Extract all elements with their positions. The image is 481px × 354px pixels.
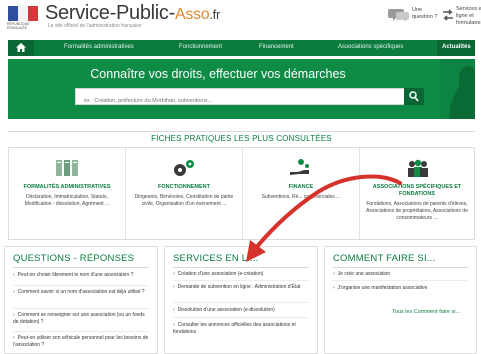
nav-actualites[interactable]: Actualités bbox=[437, 40, 475, 56]
card-desc: Subventions, Ré... commerciales ... bbox=[261, 194, 341, 200]
service-link-0[interactable]: › Création d'une association (e-création) bbox=[173, 271, 311, 278]
nav-formalites[interactable]: Formalités administratives bbox=[64, 44, 134, 50]
nav-financement[interactable]: Financement bbox=[259, 44, 294, 50]
question-link-2[interactable]: › Comment se renseigner sur une associati… bbox=[13, 312, 151, 326]
services-link[interactable]: Services en ligne et formulaires bbox=[456, 6, 481, 27]
search-button[interactable] bbox=[404, 88, 424, 105]
comment-link-1[interactable]: › J'organise une manifestation associativ… bbox=[333, 285, 470, 292]
documents-icon bbox=[56, 160, 78, 176]
fiches-title: FICHES PRATIQUES LES PLUS CONSULTÉES bbox=[151, 134, 332, 143]
nav-fonctionnement[interactable]: Fonctionnement bbox=[179, 44, 222, 50]
card-associations-specifiques[interactable]: ASSOCIATIONS SPÉCIFIQUES ET FONDATIONS F… bbox=[360, 148, 474, 239]
card-desc: Fondations, Associations de parents d'él… bbox=[366, 201, 468, 221]
questions-panel: QUESTIONS - RÉPONSES › Peut-on choisir li… bbox=[4, 246, 158, 354]
services-title: SERVICES EN LI... bbox=[173, 253, 259, 264]
hero-banner: Connaître vos droits, effectuer vos déma… bbox=[8, 59, 475, 119]
comment-panel: COMMENT FAIRE SI... › Je crée une associa… bbox=[324, 246, 477, 354]
home-icon bbox=[16, 43, 26, 52]
gears-icon bbox=[174, 160, 194, 176]
services-panel: SERVICES EN LI... › Création d'une associ… bbox=[164, 246, 318, 354]
service-link-2[interactable]: › Dissolution d'une association (e-dissol… bbox=[173, 307, 311, 314]
search-box bbox=[75, 88, 418, 109]
site-tagline: Le site officiel de l'administration fra… bbox=[48, 23, 142, 29]
questions-title: QUESTIONS - RÉPONSES bbox=[13, 253, 135, 264]
home-button[interactable] bbox=[8, 40, 34, 56]
search-input[interactable] bbox=[76, 93, 396, 109]
main-nav: Formalités administratives Fonctionnemen… bbox=[8, 40, 475, 56]
site-header: RÉPUBLIQUE FRANÇAISE Service-Public-Asso… bbox=[0, 0, 481, 34]
republique-label: RÉPUBLIQUE FRANÇAISE bbox=[7, 22, 30, 30]
comment-title: COMMENT FAIRE SI... bbox=[333, 253, 436, 264]
exchange-arrows-icon[interactable] bbox=[442, 7, 454, 23]
service-link-1[interactable]: › Demande de subvention en ligne : Admini… bbox=[173, 284, 311, 291]
all-comment-faire-link[interactable]: Tous les Comment faire si... bbox=[392, 309, 460, 315]
card-fonctionnement[interactable]: FONCTIONNEMENT Dirigeants, Bénévoles, Co… bbox=[126, 148, 243, 239]
question-link-3[interactable]: › Peut-on utiliser son véhicule personnel… bbox=[13, 335, 151, 349]
question-link[interactable]: Une question ? bbox=[412, 7, 438, 21]
service-link-3[interactable]: › Consulter les annonces officielles des … bbox=[173, 322, 311, 336]
hero-title: Connaître vos droits, effectuer vos déma… bbox=[90, 67, 346, 81]
card-formalites[interactable]: FORMALITÉS ADMINISTRATIVES Déclaration, … bbox=[9, 148, 126, 239]
question-bubble-icon[interactable] bbox=[388, 6, 410, 24]
card-title: FONCTIONNEMENT bbox=[158, 184, 210, 190]
section-divider bbox=[8, 131, 475, 132]
site-brand[interactable]: Service-Public-Asso.fr bbox=[45, 2, 220, 25]
card-desc: Déclaration, Immatriculation, Statuts, M… bbox=[24, 194, 110, 207]
marianne-silhouette-image bbox=[440, 59, 475, 119]
fiches-cards: FORMALITÉS ADMINISTRATIVES Déclaration, … bbox=[8, 147, 475, 240]
comment-link-0[interactable]: › Je crée une association bbox=[333, 271, 470, 278]
card-title: ASSOCIATIONS SPÉCIFIQUES ET FONDATIONS bbox=[372, 184, 462, 197]
card-desc: Dirigeants, Bénévoles, Constitution de p… bbox=[134, 194, 234, 207]
search-icon bbox=[409, 91, 419, 102]
question-link-1[interactable]: › Comment savoir si un nom d'association … bbox=[13, 289, 151, 296]
marianne-logo[interactable] bbox=[8, 6, 38, 21]
people-group-icon bbox=[408, 159, 428, 177]
question-link-0[interactable]: › Peut-on choisir librement le nom d'une … bbox=[13, 272, 151, 279]
nav-associations-specifiques[interactable]: Associations spécifiques bbox=[338, 44, 403, 50]
card-financement[interactable]: FINANCE Subventions, Ré... commerciales … bbox=[243, 148, 360, 239]
card-title: FORMALITÉS ADMINISTRATIVES bbox=[23, 184, 111, 190]
card-title: FINANCE bbox=[288, 184, 314, 190]
hand-coins-icon bbox=[290, 159, 309, 175]
